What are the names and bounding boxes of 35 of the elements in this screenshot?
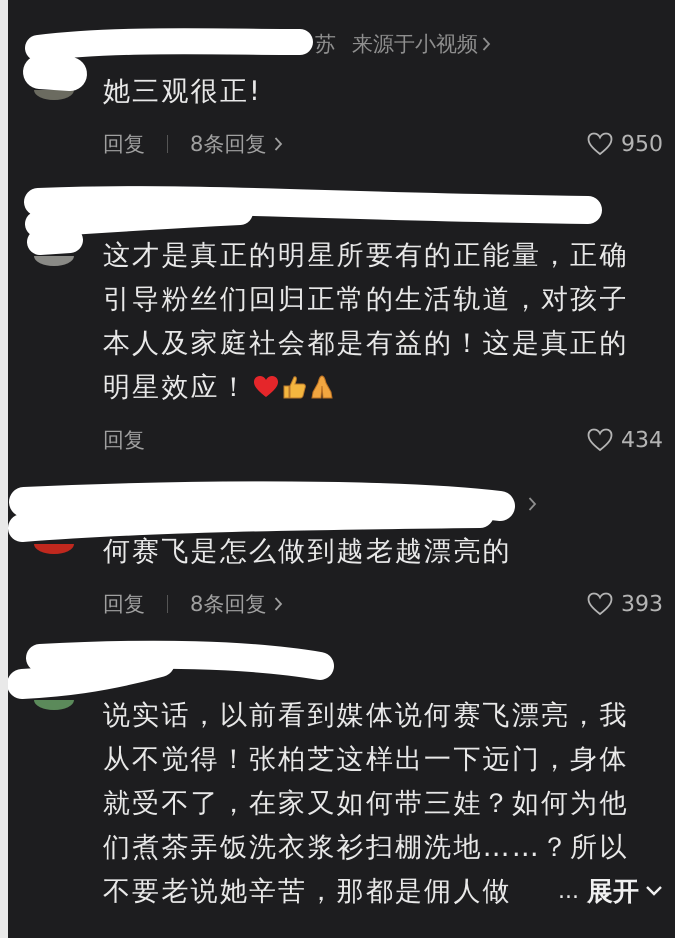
comment-text: 何赛飞是怎么做到越老越漂亮的 <box>103 535 512 569</box>
replies-link[interactable]: 8条回复 <box>190 130 284 158</box>
avatar[interactable] <box>34 90 74 100</box>
ellipsis: ... <box>558 878 579 904</box>
user-name[interactable]: 苏 <box>315 30 336 58</box>
comment-text: 明星效应！ <box>103 371 249 405</box>
folded-hands-icon <box>309 374 335 400</box>
thumbs-up-icon <box>281 374 307 400</box>
comment-text: 不要老说她辛苦，那都是佣人做 <box>103 875 512 909</box>
reply-button[interactable]: 回复 <box>103 426 145 454</box>
like-count: 393 <box>621 592 663 616</box>
source-link[interactable]: 来源于小视频 <box>352 30 478 58</box>
chevron-right-icon[interactable] <box>482 36 491 52</box>
reply-button[interactable]: 回复 <box>103 590 145 618</box>
comment-text: 说实话，以前看到媒体说何赛飞漂亮，我 <box>103 699 629 733</box>
chevron-right-icon[interactable] <box>528 496 537 512</box>
reply-button[interactable]: 回复 <box>103 130 145 158</box>
comment-text: 们煮茶弄饭洗衣浆衫扫棚洗地……？所以 <box>103 831 629 865</box>
like-heart-icon[interactable] <box>587 428 613 452</box>
comment-text: 就受不了，在家又如何带三娃？如何为他 <box>103 787 629 821</box>
comment-text: 本人及家庭社会都是有益的！这是真正的 <box>103 327 629 361</box>
like-count: 950 <box>621 132 663 156</box>
heart-emoji-icon <box>253 375 279 399</box>
comment-text: 这才是真正的明星所要有的正能量，正确 <box>103 239 629 273</box>
like-heart-icon[interactable] <box>587 132 613 156</box>
replies-link[interactable]: 8条回复 <box>190 590 284 618</box>
chevron-right-icon <box>274 596 284 612</box>
expand-link[interactable]: 展开 <box>587 874 663 908</box>
chevron-right-icon <box>274 136 284 152</box>
like-count: 434 <box>621 428 663 452</box>
comment-text: 她三观很正! <box>103 75 262 109</box>
like-heart-icon[interactable] <box>587 592 613 616</box>
comment-text: 从不觉得！张柏芝这样出一下远门，身体 <box>103 743 629 777</box>
chevron-down-icon <box>645 885 663 897</box>
comment-text: 引导粉丝们回归正常的生活轨道，对孩子 <box>103 283 629 317</box>
